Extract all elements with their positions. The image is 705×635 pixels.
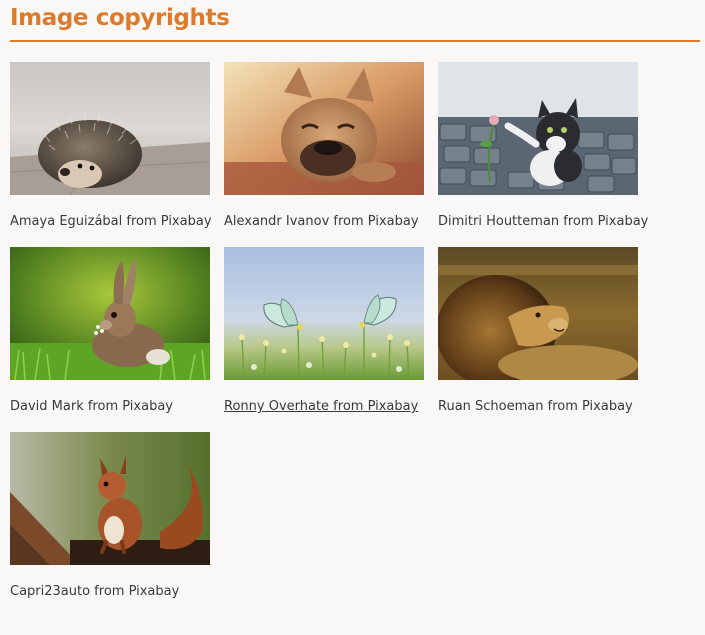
gallery-item: Capri23auto from Pixabay	[10, 432, 224, 617]
gallery-item: Ronny Overhate from Pixabay	[224, 247, 438, 432]
red-squirrel-photo	[10, 432, 210, 565]
lion-image[interactable]	[438, 247, 638, 380]
hedgehog-image[interactable]	[10, 62, 210, 195]
french-bulldog-image[interactable]	[224, 62, 424, 195]
lion-photo	[438, 247, 638, 380]
image-credit-link[interactable]: David Mark from Pixabay	[10, 398, 173, 416]
hedgehog-photo	[10, 62, 210, 195]
red-squirrel-image[interactable]	[10, 432, 210, 565]
gallery-item: Ruan Schoeman from Pixabay	[438, 247, 652, 432]
image-gallery: Amaya Eguizábal from Pixabay Alexandr Iv…	[10, 62, 700, 617]
rabbit-photo	[10, 247, 210, 380]
gallery-item: David Mark from Pixabay	[10, 247, 224, 432]
title-divider	[10, 40, 700, 42]
rabbit-image[interactable]	[10, 247, 210, 380]
gallery-item: Amaya Eguizábal from Pixabay	[10, 62, 224, 247]
kitten-photo	[438, 62, 638, 195]
image-credit-link[interactable]: Amaya Eguizábal from Pixabay	[10, 213, 212, 231]
image-credit-link[interactable]: Dimitri Houtteman from Pixabay	[438, 213, 648, 231]
image-credit-link[interactable]: Ruan Schoeman from Pixabay	[438, 398, 633, 416]
butterflies-photo	[224, 247, 424, 380]
image-credit-link[interactable]: Ronny Overhate from Pixabay	[224, 398, 418, 416]
butterflies-image[interactable]	[224, 247, 424, 380]
french-bulldog-photo	[224, 62, 424, 195]
image-credit-link[interactable]: Capri23auto from Pixabay	[10, 583, 179, 601]
gallery-item: Alexandr Ivanov from Pixabay	[224, 62, 438, 247]
image-credit-link[interactable]: Alexandr Ivanov from Pixabay	[224, 213, 419, 231]
kitten-image[interactable]	[438, 62, 638, 195]
page-title: Image copyrights	[10, 5, 230, 31]
image-copyrights-page: Image copyrights Amaya Eguizábal from Pi…	[0, 0, 705, 635]
gallery-item: Dimitri Houtteman from Pixabay	[438, 62, 652, 247]
